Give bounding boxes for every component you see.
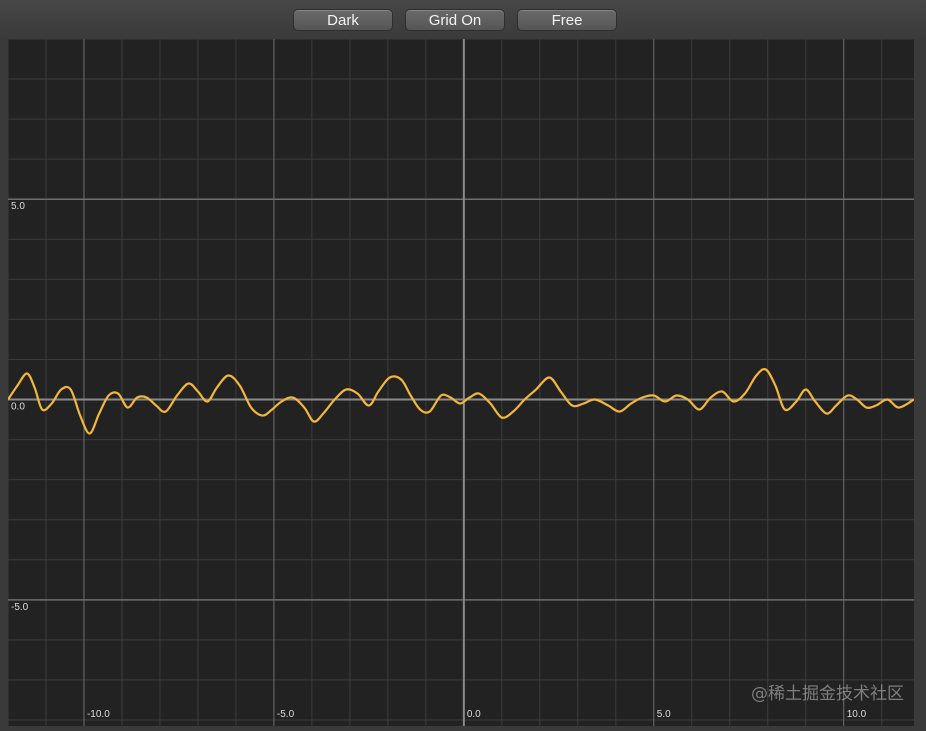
y-tick-label: 0.0 bbox=[11, 402, 25, 413]
grid-toggle-button[interactable]: Grid On bbox=[405, 9, 505, 31]
app-frame: Dark Grid On Free -10.0 -5.0 0.0 5.0 10.0 5.0… bbox=[0, 0, 926, 726]
chart-svg[interactable]: -10.0 -5.0 0.0 5.0 10.0 5.0 0.0 -5.0 bbox=[7, 38, 915, 726]
x-tick-label: 10.0 bbox=[847, 709, 867, 720]
x-tick-label: 0.0 bbox=[467, 709, 481, 720]
y-tick-label: -5.0 bbox=[11, 602, 29, 613]
mode-toggle-button[interactable]: Free bbox=[517, 9, 617, 31]
x-tick-label: -5.0 bbox=[277, 709, 295, 720]
watermark-text: @稀土掘金技术社区 bbox=[751, 684, 904, 704]
plot-background bbox=[8, 39, 914, 726]
x-tick-label: -10.0 bbox=[87, 709, 110, 720]
toolbar: Dark Grid On Free bbox=[0, 8, 926, 32]
y-tick-label: 5.0 bbox=[11, 201, 25, 212]
plot-area[interactable]: -10.0 -5.0 0.0 5.0 10.0 5.0 0.0 -5.0 bbox=[7, 38, 915, 726]
theme-toggle-button[interactable]: Dark bbox=[293, 9, 393, 31]
x-tick-label: 5.0 bbox=[657, 709, 671, 720]
